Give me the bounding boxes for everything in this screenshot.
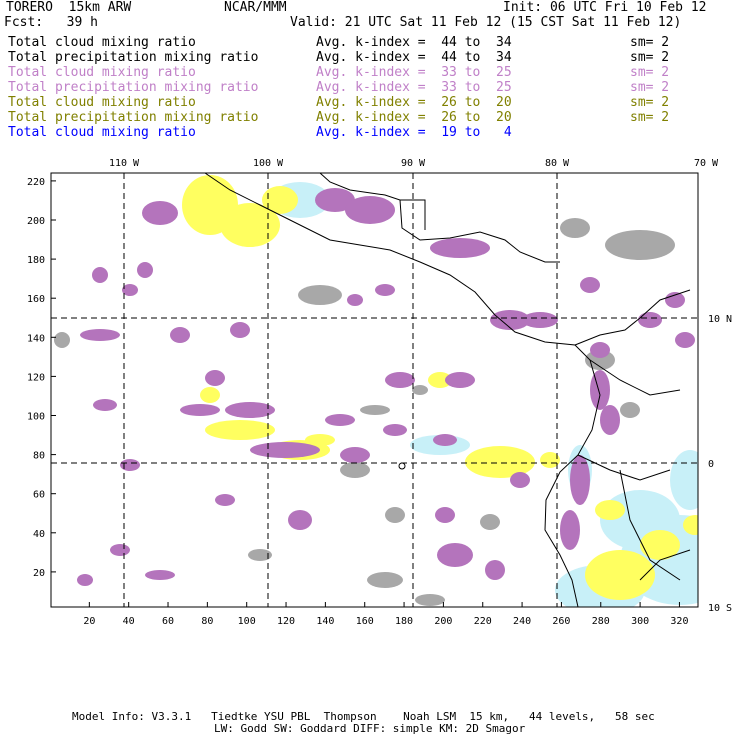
x-tick-label: 300 (631, 616, 649, 627)
cloud-purple-patch (77, 574, 93, 586)
cloud-purple-patch (600, 405, 620, 435)
y-tick-label: 140 (27, 333, 45, 344)
cloud-purple-patch (180, 404, 220, 416)
y-tick-label: 220 (27, 177, 45, 188)
cloud-purple-patch (435, 507, 455, 523)
cloud-purple-patch (288, 510, 312, 530)
x-tick-label: 160 (356, 616, 374, 627)
cloud-purple-patch (250, 442, 320, 458)
x-tick-label: 120 (277, 616, 295, 627)
y-tick-label: 120 (27, 372, 45, 383)
cloud-purple-patch (215, 494, 235, 506)
cloud-gray-patch (480, 514, 500, 530)
x-tick-label: 280 (592, 616, 610, 627)
x-tick-label: 20 (83, 616, 95, 627)
cloud-purple-patch (205, 370, 225, 386)
cloud-cyan-patch (670, 450, 698, 510)
x-tick-label: 260 (552, 616, 570, 627)
latitude-label: 10 S (708, 603, 732, 614)
cloud-purple-patch (580, 277, 600, 293)
x-tick-label: 220 (474, 616, 492, 627)
cloud-yellow-patch (205, 420, 275, 440)
x-tick-label: 140 (316, 616, 334, 627)
cloud-yellow-patch (200, 387, 220, 403)
cloud-purple-patch (347, 294, 363, 306)
longitude-label: 70 W (694, 158, 719, 169)
cloud-purple-patch (522, 312, 558, 328)
longitude-label: 90 W (401, 158, 426, 169)
cloud-purple-patch (170, 327, 190, 343)
cloud-purple-patch (340, 447, 370, 463)
y-tick-label: 40 (33, 529, 45, 540)
longitude-label: 80 W (545, 158, 570, 169)
cloud-gray-patch (54, 332, 70, 348)
y-tick-label: 100 (27, 412, 45, 423)
cloud-purple-patch (345, 196, 395, 224)
cloud-purple-patch (445, 372, 475, 388)
cloud-purple-patch (110, 544, 130, 556)
x-tick-label: 100 (238, 616, 256, 627)
x-tick-label: 60 (162, 616, 174, 627)
cloud-purple-patch (638, 312, 662, 328)
y-tick-label: 80 (33, 451, 45, 462)
latitude-label: 10 N (708, 314, 732, 325)
cloud-gray-patch (415, 594, 445, 606)
cloud-yellow-patch (595, 500, 625, 520)
cloud-purple-patch (675, 332, 695, 348)
cloud-gray-patch (605, 230, 675, 260)
latitude-label: 0 (708, 459, 714, 470)
cloud-purple-patch (230, 322, 250, 338)
longitude-label: 110 W (109, 158, 140, 169)
cloud-purple-patch (665, 292, 685, 308)
weather-map-figure: TORERO 15km ARW NCAR/MMM Init: 06 UTC Fr… (0, 0, 740, 740)
field-layer (54, 173, 698, 607)
y-tick-label: 20 (33, 568, 45, 579)
cloud-purple-patch (590, 342, 610, 358)
cloud-yellow-patch (262, 186, 298, 214)
cloud-purple-patch (385, 372, 415, 388)
x-tick-label: 180 (395, 616, 413, 627)
cloud-gray-patch (620, 402, 640, 418)
x-tick-label: 320 (670, 616, 688, 627)
y-tick-label: 160 (27, 294, 45, 305)
cloud-gray-patch (560, 218, 590, 238)
cloud-purple-patch (430, 238, 490, 258)
cloud-purple-patch (145, 570, 175, 580)
cloud-yellow-patch (305, 434, 335, 446)
longitude-label: 100 W (253, 158, 284, 169)
cloud-purple-patch (80, 329, 120, 341)
x-tick-label: 240 (513, 616, 531, 627)
cloud-purple-patch (137, 262, 153, 278)
cloud-gray-patch (367, 572, 403, 588)
cloud-purple-patch (383, 424, 407, 436)
cloud-purple-patch (590, 370, 610, 410)
cloud-gray-patch (340, 462, 370, 478)
cloud-gray-patch (385, 507, 405, 523)
cloud-purple-patch (560, 510, 580, 550)
cloud-purple-patch (325, 414, 355, 426)
footer-physics-info: LW: Godd SW: Goddard DIFF: simple KM: 2D… (214, 722, 526, 735)
cloud-yellow-patch (683, 515, 698, 535)
cloud-purple-patch (93, 399, 117, 411)
cloud-purple-patch (92, 267, 108, 283)
cloud-purple-patch (510, 472, 530, 488)
x-tick-label: 80 (201, 616, 213, 627)
x-tick-label: 200 (434, 616, 452, 627)
cloud-purple-patch (437, 543, 473, 567)
cloud-purple-patch (485, 560, 505, 580)
map-plot: 20 40 60 80 100 120 140 160 180 200 220 240 260 280 30… (27, 158, 732, 627)
cloud-purple-patch (142, 201, 178, 225)
y-tick-label: 60 (33, 490, 45, 501)
cloud-purple-patch (120, 459, 140, 471)
galapagos-island (398, 462, 406, 470)
cloud-gray-patch (360, 405, 390, 415)
y-tick-label: 200 (27, 216, 45, 227)
y-tick-label: 180 (27, 255, 45, 266)
cloud-purple-patch (375, 284, 395, 296)
cloud-gray-patch (412, 385, 428, 395)
cloud-gray-patch (298, 285, 342, 305)
x-tick-label: 40 (123, 616, 135, 627)
cloud-purple-patch (433, 434, 457, 446)
